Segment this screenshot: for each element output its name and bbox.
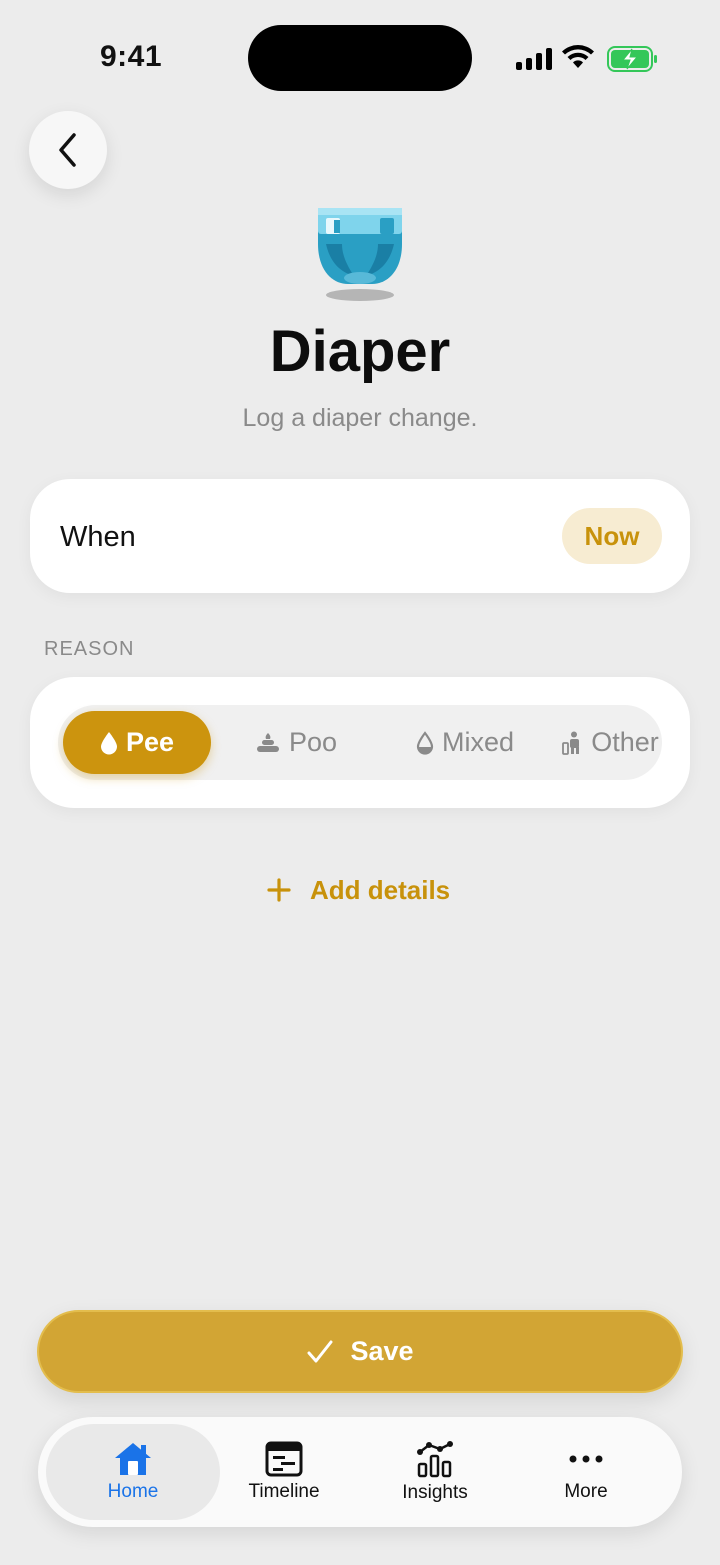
battery-charging-icon bbox=[607, 46, 657, 72]
droplet-outline-icon bbox=[416, 730, 434, 755]
when-label: When bbox=[60, 521, 136, 553]
reason-option-other[interactable]: Other bbox=[550, 711, 670, 774]
reason-section-label: REASON bbox=[44, 638, 135, 660]
tab-insights[interactable]: Insights bbox=[360, 1424, 510, 1520]
reason-option-pee[interactable]: Pee bbox=[63, 711, 211, 774]
checkmark-icon bbox=[307, 1340, 333, 1362]
page-subtitle: Log a diaper change. bbox=[242, 404, 478, 432]
reason-option-label: Poo bbox=[288, 727, 338, 757]
back-button[interactable] bbox=[29, 111, 107, 189]
cellular-signal-icon bbox=[516, 46, 552, 70]
diaper-icon bbox=[318, 208, 402, 301]
timeline-icon bbox=[265, 1441, 303, 1477]
tab-bar: Home Timeline Insights More bbox=[38, 1417, 682, 1527]
status-time: 9:41 bbox=[100, 40, 163, 73]
tab-home[interactable]: Home bbox=[46, 1424, 220, 1520]
reason-segmented-control: Pee Poo Mixed Other bbox=[58, 705, 662, 780]
home-icon bbox=[115, 1443, 151, 1475]
tab-label: Home bbox=[107, 1481, 159, 1502]
wifi-icon bbox=[562, 45, 594, 68]
add-details-label: Add details bbox=[310, 874, 451, 905]
dynamic-island bbox=[248, 25, 472, 91]
status-bar: 9:41 bbox=[0, 0, 720, 110]
tab-more[interactable]: More bbox=[511, 1424, 661, 1520]
reason-option-poo[interactable]: Poo bbox=[236, 711, 356, 774]
tab-timeline[interactable]: Timeline bbox=[209, 1424, 359, 1520]
droplet-icon bbox=[100, 731, 117, 754]
reason-option-label: Mixed bbox=[441, 727, 515, 757]
reason-option-mixed[interactable]: Mixed bbox=[400, 711, 530, 774]
more-icon bbox=[569, 1455, 603, 1463]
save-button[interactable]: Save bbox=[37, 1310, 683, 1393]
person-icon bbox=[562, 731, 580, 755]
tab-label: Timeline bbox=[248, 1481, 320, 1502]
tab-label: Insights bbox=[402, 1482, 468, 1503]
reason-option-label: Pee bbox=[125, 727, 175, 757]
tab-label: More bbox=[564, 1481, 608, 1502]
page-title: Diaper bbox=[269, 319, 451, 384]
add-details-button[interactable]: Add details bbox=[266, 870, 450, 910]
reason-card: Pee Poo Mixed Other bbox=[30, 677, 690, 808]
poo-icon bbox=[256, 732, 279, 752]
reason-option-label: Other bbox=[591, 727, 659, 757]
when-card: When Now bbox=[30, 479, 690, 593]
time-picker-button[interactable]: Now bbox=[562, 508, 662, 564]
chevron-left-icon bbox=[59, 133, 76, 167]
plus-icon bbox=[267, 878, 291, 902]
save-label: Save bbox=[350, 1336, 414, 1366]
insights-icon bbox=[417, 1441, 453, 1478]
